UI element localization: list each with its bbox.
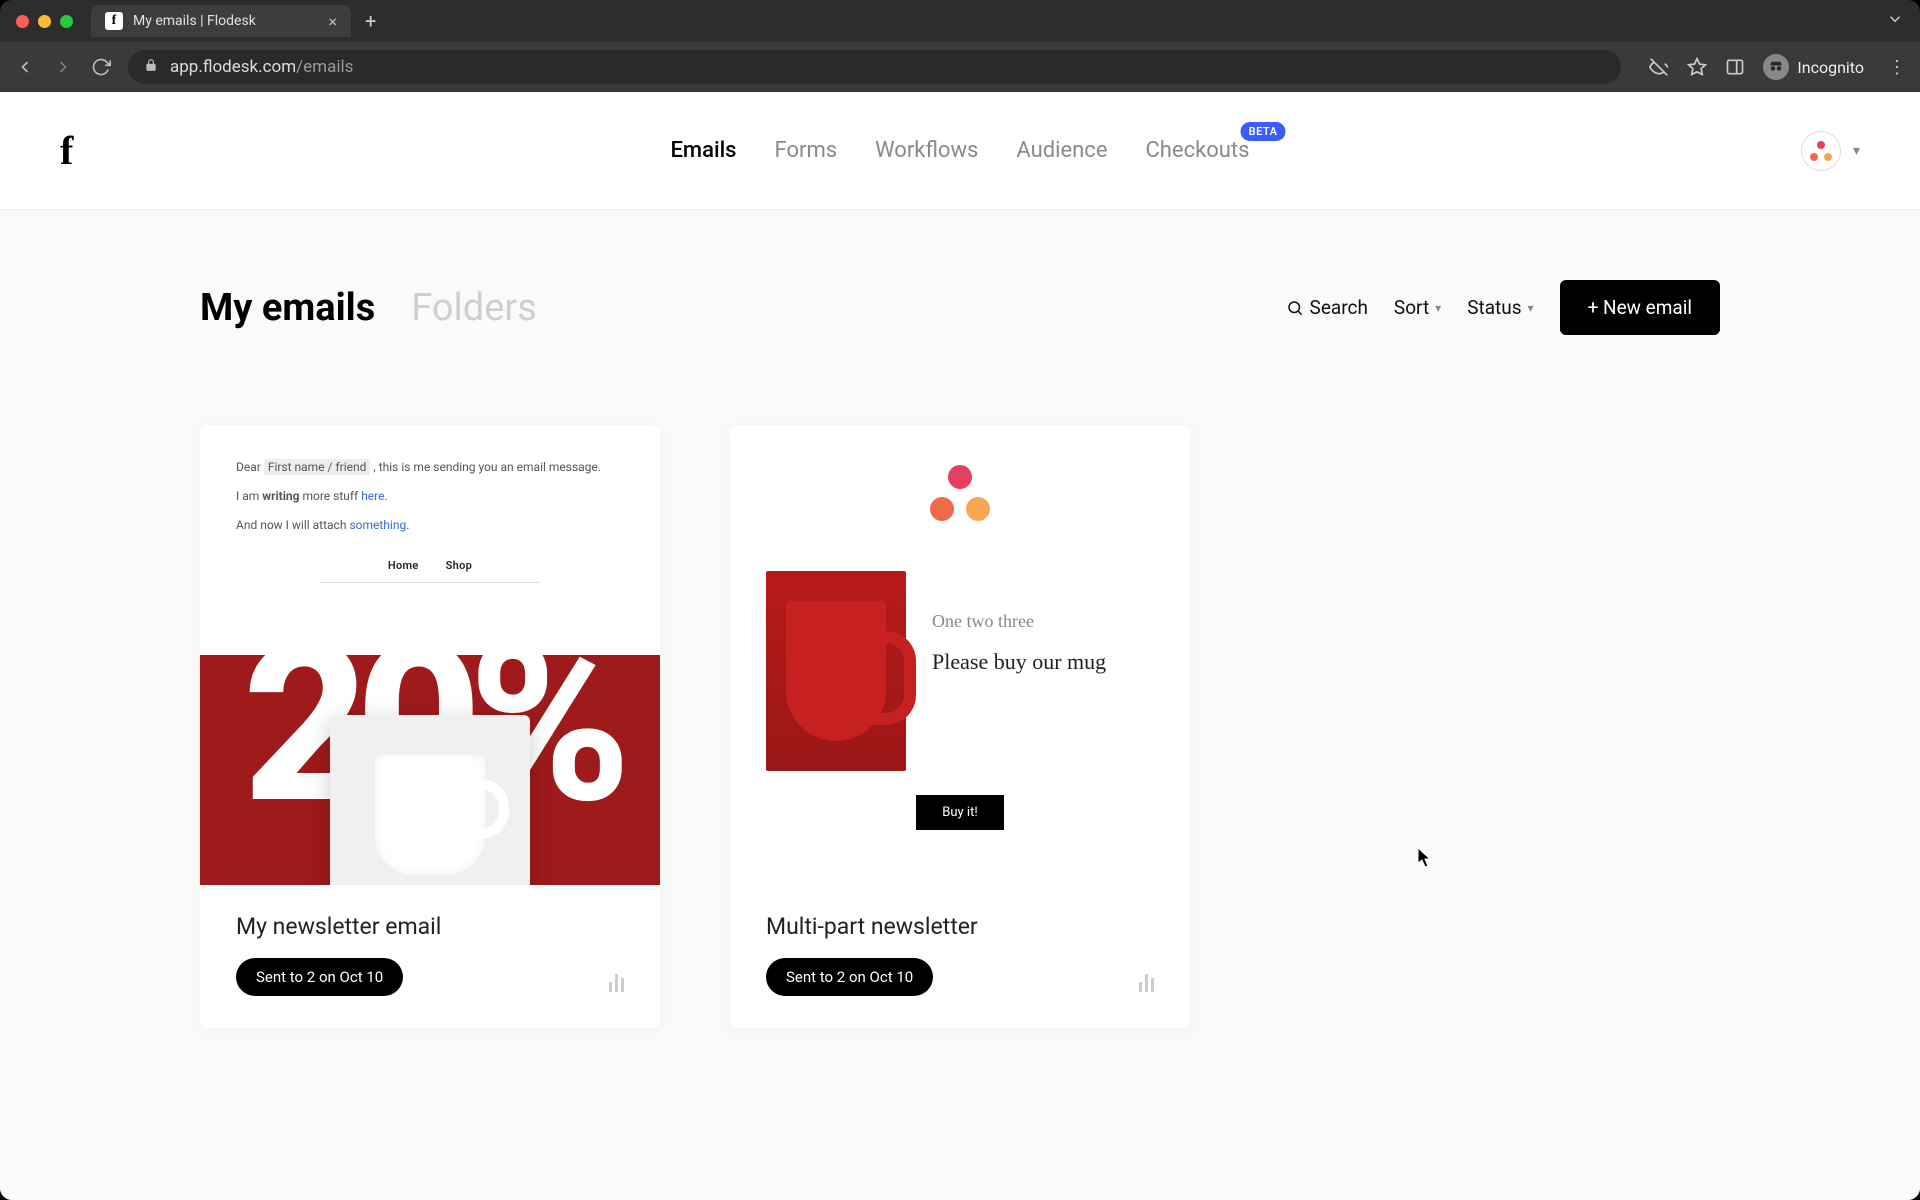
tabs-overflow-button[interactable] [1886, 10, 1904, 32]
divider [320, 582, 540, 583]
nav-forms[interactable]: Forms [775, 138, 838, 163]
avatar-icon [1810, 141, 1832, 161]
preview-merge-field: First name / friend [264, 459, 371, 475]
forward-button[interactable] [52, 56, 74, 78]
window-controls [16, 15, 73, 28]
tab-my-emails[interactable]: My emails [200, 286, 375, 330]
new-email-button[interactable]: + New email [1560, 280, 1720, 335]
browser-toolbar: app.flodesk.com/emails Incognito ⋮ [0, 42, 1920, 92]
preview-text: more stuff [299, 489, 361, 503]
chevron-down-icon: ▾ [1528, 301, 1534, 315]
browser-titlebar: f My emails | Flodesk × + [0, 0, 1920, 42]
preview-cta-button: Buy it! [916, 795, 1003, 830]
preview-tagline: One two three [932, 611, 1154, 633]
analytics-icon[interactable] [1139, 974, 1154, 992]
preview-text: , this is me sending you an email messag… [373, 460, 601, 474]
email-preview-thumbnail: Dear First name / friend , this is me se… [200, 425, 660, 885]
email-cards-grid: Dear First name / friend , this is me se… [200, 425, 1720, 1028]
nav-emails[interactable]: Emails [671, 138, 737, 163]
brand-logo[interactable]: f [60, 127, 73, 174]
chevron-down-icon: ▾ [1853, 143, 1860, 159]
preview-text: . [384, 489, 387, 503]
sort-label: Sort [1394, 296, 1429, 319]
reload-button[interactable] [90, 56, 112, 78]
search-icon [1286, 299, 1304, 317]
product-image [766, 571, 906, 771]
email-card[interactable]: Dear First name / friend , this is me se… [200, 425, 660, 1028]
nav-workflows[interactable]: Workflows [875, 138, 978, 163]
chevron-down-icon: ▾ [1435, 301, 1441, 315]
status-dropdown[interactable]: Status ▾ [1467, 296, 1533, 319]
email-card[interactable]: One two three Please buy our mug Buy it!… [730, 425, 1190, 1028]
sort-dropdown[interactable]: Sort ▾ [1394, 296, 1441, 319]
preview-text: writing [262, 489, 299, 503]
preview-headline: Please buy our mug [932, 647, 1154, 677]
back-button[interactable] [14, 56, 36, 78]
preview-text: . [406, 518, 409, 532]
nav-checkouts[interactable]: Checkouts BETA [1145, 138, 1249, 163]
maximize-window-button[interactable] [60, 15, 73, 28]
preview-link: something [349, 518, 406, 532]
browser-menu-button[interactable]: ⋮ [1888, 57, 1906, 78]
search-label: Search [1310, 296, 1368, 319]
preview-text: And now I will attach [236, 518, 349, 532]
tab-folders[interactable]: Folders [411, 286, 537, 330]
primary-nav: Emails Forms Workflows Audience Checkout… [671, 138, 1250, 163]
side-panel-icon[interactable] [1725, 57, 1745, 77]
account-menu-button[interactable] [1801, 131, 1841, 171]
incognito-icon [1763, 54, 1789, 80]
lock-icon [144, 58, 158, 76]
close-tab-button[interactable]: × [328, 12, 337, 31]
analytics-icon[interactable] [609, 974, 624, 992]
search-button[interactable]: Search [1286, 296, 1368, 319]
preview-text: Dear [236, 460, 264, 474]
status-label: Status [1467, 296, 1521, 319]
nav-checkouts-label: Checkouts [1145, 138, 1249, 163]
preview-nav-item: Home [388, 559, 419, 572]
eye-off-icon[interactable] [1649, 57, 1669, 77]
url-path: /emails [296, 57, 353, 77]
incognito-label: Incognito [1797, 58, 1864, 77]
nav-audience[interactable]: Audience [1016, 138, 1107, 163]
mug-image [330, 715, 530, 885]
preview-text: I am [236, 489, 262, 503]
email-preview-thumbnail: One two three Please buy our mug Buy it! [730, 425, 1190, 885]
preview-link: here [361, 489, 384, 503]
preview-nav-item: Shop [446, 559, 472, 572]
incognito-indicator[interactable]: Incognito [1763, 54, 1864, 80]
close-window-button[interactable] [16, 15, 29, 28]
page-header: My emails Folders Search Sort ▾ Status ▾ [200, 280, 1720, 335]
browser-tab[interactable]: f My emails | Flodesk × [91, 5, 351, 37]
app-header: f Emails Forms Workflows Audience Checko… [0, 92, 1920, 210]
minimize-window-button[interactable] [38, 15, 51, 28]
email-title: Multi-part newsletter [766, 913, 1154, 940]
tab-title: My emails | Flodesk [133, 13, 256, 29]
address-bar[interactable]: app.flodesk.com/emails [128, 50, 1621, 84]
status-badge: Sent to 2 on Oct 10 [766, 958, 933, 996]
url-host: app.flodesk.com [170, 57, 296, 77]
new-tab-button[interactable]: + [365, 9, 376, 33]
brand-logo-icon [930, 465, 990, 521]
bookmark-star-icon[interactable] [1687, 57, 1707, 77]
email-title: My newsletter email [236, 913, 624, 940]
beta-badge: BETA [1241, 122, 1286, 141]
preview-hero-image: 20% [200, 655, 660, 885]
status-badge: Sent to 2 on Oct 10 [236, 958, 403, 996]
preview-nav: Home Shop [236, 559, 624, 572]
tab-favicon-icon: f [105, 12, 123, 30]
